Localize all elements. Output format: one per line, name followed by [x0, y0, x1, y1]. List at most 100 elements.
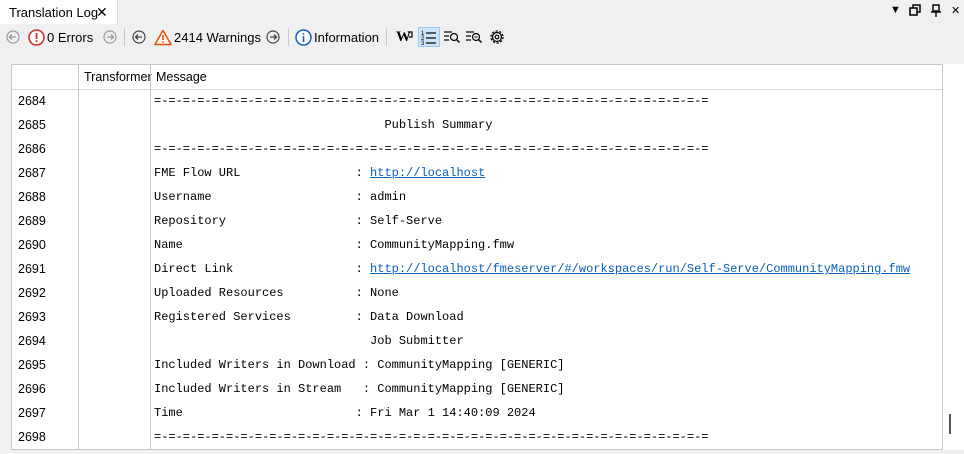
table-row[interactable]: 2692 Uploaded Resources : None — [12, 281, 942, 305]
message-cell: Repository : Self-Serve — [154, 209, 442, 233]
warnings-label: 2414 Warnings — [174, 29, 261, 45]
wrap-text-icon: W — [396, 29, 413, 45]
scroll-thumb[interactable] — [949, 414, 951, 434]
message-text: Registered Services : Data Download — [154, 310, 464, 324]
message-cell: Publish Summary — [154, 113, 492, 137]
column-header-line[interactable] — [12, 65, 78, 89]
separator — [288, 28, 289, 46]
back-icon — [6, 30, 20, 44]
message-link[interactable]: http://localhost/fmeserver/#/workspaces/… — [370, 262, 910, 276]
back-icon — [132, 30, 146, 44]
line-number: 2689 — [18, 214, 46, 228]
message-text: Time : Fri Mar 1 14:40:09 2024 — [154, 406, 536, 420]
restore-icon[interactable] — [909, 4, 921, 16]
table-row[interactable]: 2688 Username : admin — [12, 185, 942, 209]
message-text: =-=-=-=-=-=-=-=-=-=-=-=-=-=-=-=-=-=-=-=-… — [154, 94, 709, 108]
table-row[interactable]: 2686 =-=-=-=-=-=-=-=-=-=-=-=-=-=-=-=-=-=-… — [12, 137, 942, 161]
errors-button[interactable]: 0 Errors — [28, 27, 93, 47]
table-row[interactable]: 2695 Included Writers in Download : Commu… — [12, 353, 942, 377]
message-cell: Included Writers in Download : Community… — [154, 353, 564, 377]
line-number: 2693 — [18, 310, 46, 324]
svg-text:W: W — [396, 29, 411, 45]
next-error-button[interactable] — [103, 27, 117, 47]
dropdown-icon[interactable]: ▼ — [890, 4, 901, 16]
separator — [124, 28, 125, 46]
line-number: 2692 — [18, 286, 46, 300]
grid-header: Transformer Message — [12, 65, 942, 90]
message-cell: Registered Services : Data Download — [154, 305, 464, 329]
filter-button[interactable] — [465, 27, 483, 47]
line-number: 2696 — [18, 382, 46, 396]
message-cell: Uploaded Resources : None — [154, 281, 399, 305]
column-header-transformer[interactable]: Transformer — [84, 65, 152, 89]
line-number: 2690 — [18, 238, 46, 252]
message-text: Included Writers in Stream : CommunityMa… — [154, 382, 565, 396]
close-panel-icon[interactable]: ✕ — [951, 4, 960, 17]
table-row[interactable]: 2694 Job Submitter — [12, 329, 942, 353]
message-link[interactable]: http://localhost — [370, 166, 485, 180]
vertical-scrollbar[interactable] — [943, 64, 964, 450]
next-warning-button[interactable] — [266, 27, 280, 47]
table-row[interactable]: 2684 =-=-=-=-=-=-=-=-=-=-=-=-=-=-=-=-=-=-… — [12, 89, 942, 113]
word-wrap-button[interactable]: W — [396, 27, 414, 47]
find-icon — [444, 31, 461, 44]
message-cell: Direct Link : http://localhost/fmeserver… — [154, 257, 910, 281]
table-row[interactable]: 2685 Publish Summary — [12, 113, 942, 137]
svg-text:3: 3 — [421, 41, 425, 45]
message-text: FME Flow URL : — [154, 166, 371, 180]
filter-icon — [466, 31, 483, 44]
line-number: 2697 — [18, 406, 46, 420]
line-number: 2686 — [18, 142, 46, 156]
table-row[interactable]: 2687 FME Flow URL : http://localhost — [12, 161, 942, 185]
log-rows: 2684 =-=-=-=-=-=-=-=-=-=-=-=-=-=-=-=-=-=-… — [12, 89, 942, 449]
line-number: 2691 — [18, 262, 46, 276]
tab-title: Translation Log — [9, 4, 99, 20]
column-header-message[interactable]: Message — [156, 65, 207, 89]
tab-translation-log[interactable]: Translation Log ✕ — [0, 0, 118, 24]
message-text: Job Submitter — [154, 334, 464, 348]
table-row[interactable]: 2697 Time : Fri Mar 1 14:40:09 2024 — [12, 401, 942, 425]
line-number: 2685 — [18, 118, 46, 132]
prev-error-button[interactable] — [6, 27, 20, 47]
separator — [386, 28, 387, 46]
line-number: 2687 — [18, 166, 46, 180]
table-row[interactable]: 2698 =-=-=-=-=-=-=-=-=-=-=-=-=-=-=-=-=-=-… — [12, 425, 942, 449]
message-cell: Username : admin — [154, 185, 406, 209]
message-cell: Job Submitter — [154, 329, 464, 353]
find-button[interactable] — [443, 27, 461, 47]
table-row[interactable]: 2690 Name : CommunityMapping.fmw — [12, 233, 942, 257]
tab-close-icon[interactable]: ✕ — [96, 4, 108, 20]
settings-button[interactable] — [488, 27, 506, 47]
message-text: =-=-=-=-=-=-=-=-=-=-=-=-=-=-=-=-=-=-=-=-… — [154, 142, 709, 156]
message-text: Publish Summary — [154, 118, 493, 132]
forward-icon — [266, 30, 280, 44]
table-row[interactable]: 2696 Included Writers in Stream : Communi… — [12, 377, 942, 401]
pin-icon[interactable] — [931, 4, 941, 18]
information-button[interactable]: Information — [295, 27, 379, 47]
error-icon — [28, 28, 45, 46]
line-number: 2698 — [18, 430, 46, 444]
message-text: Included Writers in Download : Community… — [154, 358, 565, 372]
errors-label: 0 Errors — [47, 29, 94, 45]
message-cell: Included Writers in Stream : CommunityMa… — [154, 377, 564, 401]
message-text: Username : admin — [154, 190, 407, 204]
table-row[interactable]: 2693 Registered Services : Data Download — [12, 305, 942, 329]
message-cell: Time : Fri Mar 1 14:40:09 2024 — [154, 401, 536, 425]
prev-warning-button[interactable] — [132, 27, 146, 47]
warnings-button[interactable]: 2414 Warnings — [154, 27, 261, 47]
toolbar: 0 Errors 2414 Warnings Information W 123 — [0, 24, 964, 50]
message-text: Direct Link : — [154, 262, 371, 276]
line-number: 2695 — [18, 358, 46, 372]
message-cell: =-=-=-=-=-=-=-=-=-=-=-=-=-=-=-=-=-=-=-=-… — [154, 425, 709, 449]
message-cell: FME Flow URL : http://localhost — [154, 161, 485, 185]
message-cell: =-=-=-=-=-=-=-=-=-=-=-=-=-=-=-=-=-=-=-=-… — [154, 89, 709, 113]
line-number: 2694 — [18, 334, 46, 348]
table-row[interactable]: 2689 Repository : Self-Serve — [12, 209, 942, 233]
line-number: 2684 — [18, 94, 46, 108]
message-cell: Name : CommunityMapping.fmw — [154, 233, 514, 257]
info-icon — [295, 28, 312, 46]
message-text: Uploaded Resources : None — [154, 286, 399, 300]
line-numbers-button[interactable]: 123 — [418, 27, 440, 47]
table-row[interactable]: 2691 Direct Link : http://localhost/fmese… — [12, 257, 942, 281]
log-grid: Transformer Message 2684 =-=-=-=-=-=-=-=-… — [11, 64, 943, 450]
